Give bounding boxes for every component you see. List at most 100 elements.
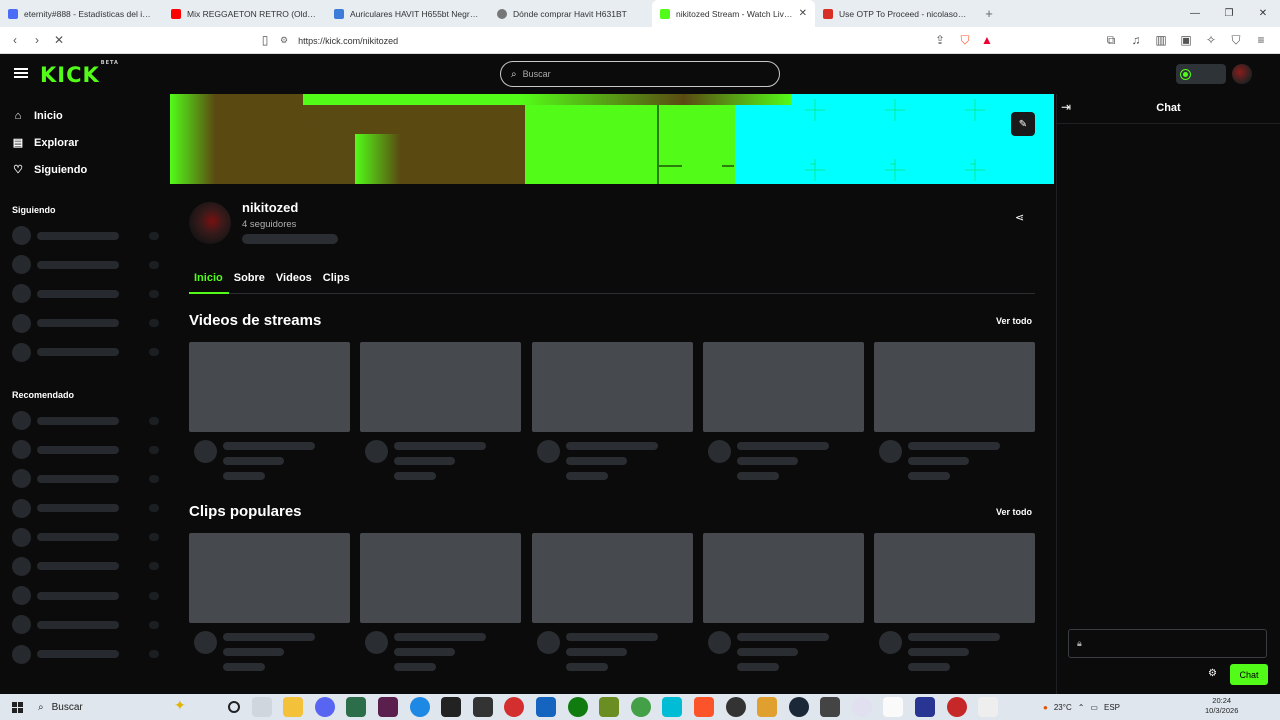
app-icon[interactable] [346, 697, 367, 717]
browser-tab[interactable]: Dónde comprar Havit H631BT [489, 0, 652, 27]
see-all-videos-link[interactable]: Ver todo [996, 316, 1032, 326]
user-avatar[interactable] [1232, 64, 1252, 84]
vpn-app-icon[interactable] [662, 697, 683, 717]
channel-avatar[interactable] [189, 202, 231, 244]
back-icon[interactable]: ‹ [4, 29, 26, 51]
video-card-skeleton[interactable] [702, 342, 864, 482]
share-icon[interactable]: ⇪ [929, 29, 951, 51]
itunes-icon[interactable] [851, 697, 872, 717]
vpn-icon[interactable]: ⛉ [1225, 29, 1247, 51]
browser-tab[interactable]: Use OTP To Proceed - nicolasomg888 [815, 0, 978, 27]
app-icon[interactable] [409, 697, 430, 717]
app-icon[interactable] [630, 697, 651, 717]
hamburger-menu-icon[interactable] [14, 66, 28, 80]
browser-tab-active[interactable]: nikitozed Stream - Watch Live on ✕ [652, 0, 815, 27]
video-card-skeleton[interactable] [189, 342, 350, 482]
app-icon[interactable] [535, 697, 556, 717]
tab-sobre[interactable]: Sobre [229, 266, 271, 294]
xbox-icon[interactable] [567, 697, 588, 717]
clip-card-skeleton[interactable] [702, 533, 864, 673]
brave-rewards-icon[interactable]: ▲ [976, 29, 998, 51]
steam-icon[interactable] [788, 697, 809, 717]
browser-tab[interactable]: Mix REGGAETON RETRO (Old School) [163, 0, 326, 27]
video-card-skeleton[interactable] [360, 342, 522, 482]
see-all-clips-link[interactable]: Ver todo [996, 507, 1032, 517]
edit-banner-button[interactable]: ✎ [1011, 112, 1035, 136]
system-tray: ● 23°C ⌃ ▭ ESP [1043, 694, 1120, 720]
copilot-sparkle-icon: ✦ [174, 697, 186, 713]
epic-games-icon[interactable] [441, 697, 462, 717]
browser-tab[interactable]: eternity#888 - Estadísticas del invocado… [0, 0, 163, 27]
music-icon[interactable]: ♫ [1125, 29, 1147, 51]
chat-send-button[interactable]: Chat [1230, 664, 1268, 685]
audio-app-icon[interactable] [472, 697, 493, 717]
close-tab-icon[interactable]: ✕ [799, 8, 807, 19]
skeleton-row [0, 406, 163, 435]
chat-settings-gear-icon[interactable]: ⚙ [1208, 668, 1217, 679]
minecraft-icon[interactable] [599, 697, 620, 717]
search-input[interactable]: ⌕ Buscar [500, 61, 780, 87]
clip-card-skeleton[interactable] [874, 533, 1035, 673]
video-card-skeleton[interactable] [531, 342, 693, 482]
app-icon[interactable] [915, 697, 936, 717]
address-bar[interactable]: ⚙ https://kick.com/nikitozed [280, 30, 1000, 51]
url-text[interactable]: https://kick.com/nikitozed [298, 36, 398, 46]
clip-card-skeleton[interactable] [531, 533, 693, 673]
brave-icon[interactable] [693, 697, 714, 717]
site-info-icon[interactable]: ⚙ [280, 35, 288, 46]
windows-start-icon[interactable] [0, 694, 34, 720]
restore-icon[interactable]: ❐ [1212, 8, 1246, 19]
share-channel-icon[interactable]: ⋖ [1015, 211, 1024, 224]
temperature[interactable]: 23°C [1054, 703, 1072, 712]
forward-icon[interactable]: › [26, 29, 48, 51]
kick-coin-toggle[interactable] [1176, 64, 1226, 84]
tab-clips[interactable]: Clips [318, 266, 356, 294]
compass-icon: ▤ [12, 137, 24, 149]
wallet-icon[interactable]: ▣ [1175, 29, 1197, 51]
sidebar-item-siguiendo[interactable]: ♡ Siguiendo [0, 156, 163, 183]
obs-icon[interactable] [725, 697, 746, 717]
app-icon[interactable] [504, 697, 525, 717]
leo-ai-icon[interactable]: ✧ [1200, 29, 1222, 51]
cortana-icon[interactable] [228, 701, 240, 713]
weather-icon[interactable]: ● [1043, 703, 1048, 712]
bookmark-icon[interactable]: ▯ [254, 29, 276, 51]
file-explorer-icon[interactable] [283, 697, 304, 717]
stop-loading-icon[interactable]: ✕ [48, 29, 70, 51]
chat-input[interactable]: 🔒︎ [1068, 629, 1267, 658]
kick-logo[interactable]: KICKBETA [40, 60, 118, 87]
network-icon[interactable]: ▭ [1090, 703, 1098, 712]
tab-videos[interactable]: Videos [271, 266, 318, 294]
close-window-icon[interactable]: ✕ [1246, 8, 1280, 19]
video-card-skeleton[interactable] [874, 342, 1035, 482]
app-icon[interactable] [757, 697, 778, 717]
task-view-icon[interactable] [251, 697, 272, 717]
app-icon[interactable] [820, 697, 841, 717]
sidebar-item-explorar[interactable]: ▤ Explorar [0, 129, 163, 156]
taskbar-search[interactable]: ⌕ Buscar ✦ [34, 694, 186, 720]
channel-header: nikitozed 4 seguidores [189, 200, 1039, 252]
clock[interactable]: 20:24 10/3/2026 [1205, 696, 1238, 716]
tab-inicio[interactable]: Inicio [189, 266, 229, 294]
app-icon[interactable] [377, 697, 398, 717]
minimize-icon[interactable]: — [1178, 8, 1212, 19]
sidebar-item-inicio[interactable]: ⌂ Inicio [0, 102, 163, 129]
app-icon[interactable] [978, 697, 999, 717]
tray-overflow-icon[interactable]: ⌃ [1078, 703, 1085, 712]
chrome-icon[interactable] [946, 697, 967, 717]
new-tab-button[interactable]: + [978, 0, 1000, 27]
search-icon: ⌕ [38, 701, 44, 713]
browser-tab[interactable]: Auriculares HAVIT H655bt Negro | Co [326, 0, 489, 27]
menu-icon[interactable]: ≡ [1250, 29, 1272, 51]
sidebar-toggle-icon[interactable]: ▥ [1150, 29, 1172, 51]
logo-text: KICK [40, 63, 100, 87]
media-icon[interactable]: ⧉ [1100, 29, 1122, 51]
clip-card-skeleton[interactable] [189, 533, 350, 673]
heart-icon: ♡ [13, 164, 23, 176]
clip-card-skeleton[interactable] [360, 533, 522, 673]
recommended-heading: Recomendado [12, 389, 75, 400]
discord-icon[interactable] [314, 697, 335, 717]
language-indicator[interactable]: ESP [1104, 703, 1120, 712]
brave-shield-icon[interactable]: ⛉ [954, 29, 976, 51]
notepad-icon[interactable] [883, 697, 904, 717]
